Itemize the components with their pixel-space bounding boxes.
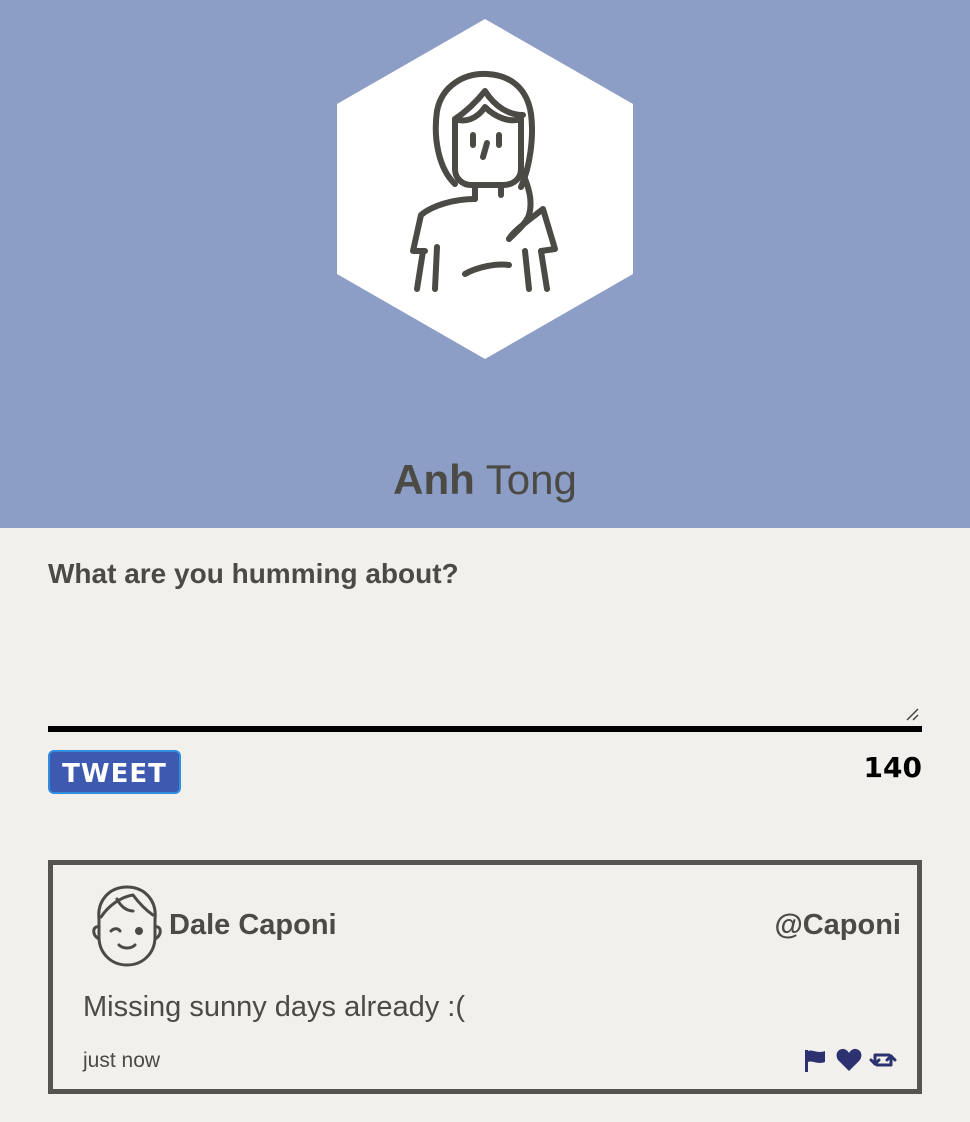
profile-avatar[interactable] [337, 19, 633, 359]
tweet-text: Missing sunny days already :( [83, 991, 465, 1023]
profile-last-name: Tong [485, 456, 577, 503]
tweet-card: Dale Caponi @Caponi Missing sunny days a… [48, 860, 922, 1094]
profile-name: Anh Tong [0, 452, 970, 508]
tweet-button[interactable]: TWEET [48, 750, 181, 794]
flag-icon[interactable] [801, 1046, 829, 1074]
heart-icon[interactable] [835, 1046, 863, 1074]
character-counter: 140 [863, 751, 922, 784]
resize-handle-icon[interactable] [904, 706, 920, 722]
tweet-timestamp: just now [83, 1049, 161, 1072]
tweet-textarea[interactable] [48, 604, 922, 732]
tweet-actions [801, 1045, 897, 1075]
tweet-author-handle[interactable]: @Caponi [774, 907, 901, 943]
man-winking-avatar-icon [92, 885, 162, 967]
profile-header: Anh Tong [0, 0, 970, 528]
profile-first-name: Anh [393, 456, 475, 503]
retweet-icon[interactable] [869, 1046, 897, 1074]
composer-prompt-label: What are you humming about? [48, 558, 459, 589]
tweet-author-name[interactable]: Dale Caponi [169, 907, 337, 943]
